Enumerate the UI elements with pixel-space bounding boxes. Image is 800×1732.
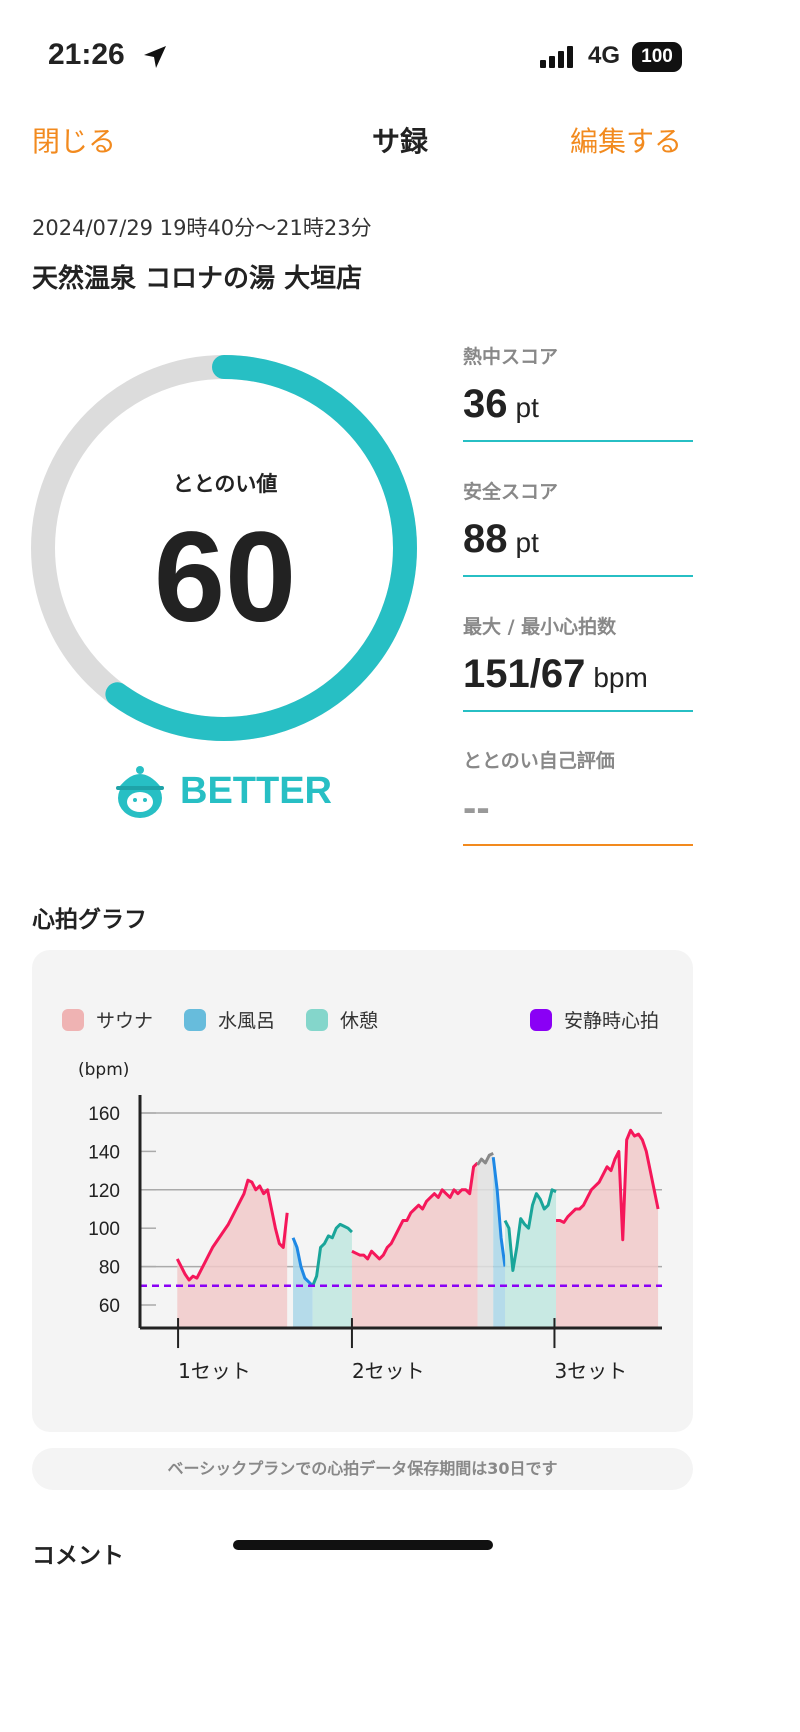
other-area: [477, 1153, 494, 1329]
sauna-area: [556, 1130, 659, 1329]
home-indicator: [233, 1540, 493, 1550]
y-tick-label: 140: [88, 1142, 120, 1163]
x-tick-label: 3セット: [554, 1359, 627, 1383]
y-tick-label: 80: [99, 1258, 120, 1279]
x-tick-label: 2セット: [352, 1359, 425, 1383]
y-tick-label: 120: [88, 1181, 120, 1202]
x-tick-label: 1セット: [178, 1359, 251, 1383]
y-tick-label: 160: [88, 1104, 120, 1125]
retention-notice: ベーシックプランでの心拍データ保存期間は30日です: [32, 1448, 693, 1490]
comment-title: コメント: [32, 1543, 124, 1569]
rest-area: [312, 1224, 352, 1329]
y-tick-label: 100: [88, 1219, 120, 1240]
y-tick-label: 60: [99, 1296, 120, 1317]
sauna-area: [351, 1162, 478, 1329]
